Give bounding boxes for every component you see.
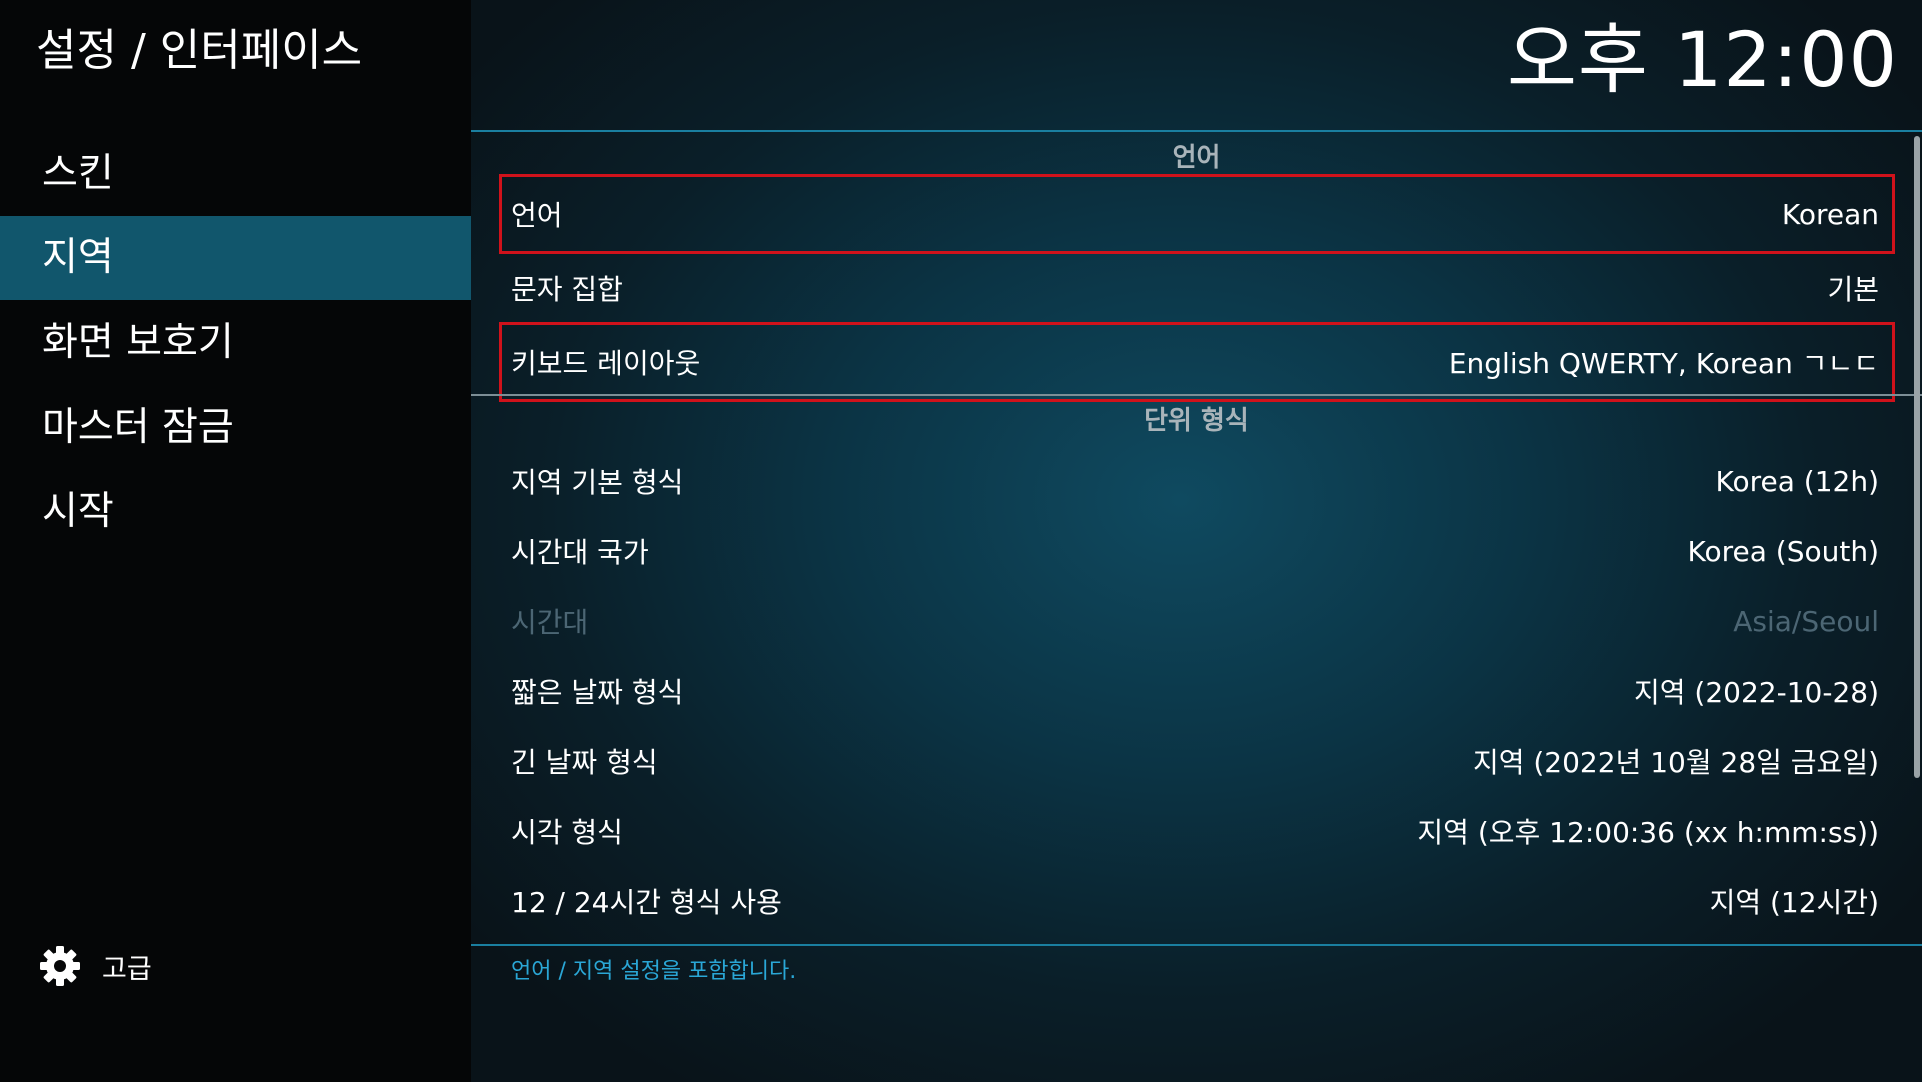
settings-window: 설정 / 인터페이스 스킨 지역 화면 보호기 마스터 잠금 시작 고급 오후 …	[0, 0, 1922, 1082]
section-divider	[471, 394, 1922, 396]
setting-label: 긴 날짜 형식	[511, 746, 658, 779]
page-title: 설정 / 인터페이스	[36, 25, 363, 76]
setting-label: 지역 기본 형식	[511, 466, 684, 499]
setting-value: 지역 (2022-10-28)	[1634, 676, 1879, 709]
setting-row-timezone-country[interactable]: 시간대 국가 Korea (South)	[499, 511, 1895, 591]
setting-row-charset[interactable]: 문자 집합 기본	[499, 248, 1895, 328]
setting-label: 12 / 24시간 형식 사용	[511, 886, 782, 919]
setting-label: 언어	[511, 199, 563, 232]
setting-value: 지역 (2022년 10월 28일 금요일)	[1472, 746, 1879, 779]
gear-icon	[40, 946, 80, 986]
sidebar-item-region[interactable]: 지역	[0, 216, 471, 300]
setting-value: Korean	[1781, 197, 1879, 231]
advanced-label: 고급	[102, 953, 152, 985]
scrollbar[interactable]	[1914, 136, 1920, 778]
setting-value: Korea (South)	[1687, 534, 1879, 568]
setting-value: 지역 (오후 12:00:36 (xx h:mm:ss))	[1417, 816, 1879, 849]
setting-label: 짧은 날짜 형식	[511, 676, 684, 709]
sidebar-item-startup[interactable]: 시작	[0, 470, 471, 554]
setting-label: 키보드 레이아웃	[511, 347, 701, 380]
setting-row-time-format[interactable]: 시각 형식 지역 (오후 12:00:36 (xx h:mm:ss))	[499, 791, 1895, 871]
setting-value: English QWERTY, Korean ㄱㄴㄷ	[1448, 347, 1879, 380]
setting-row-long-date-format[interactable]: 긴 날짜 형식 지역 (2022년 10월 28일 금요일)	[499, 721, 1895, 801]
setting-value: 지역 (12시간)	[1709, 886, 1879, 919]
sidebar: 설정 / 인터페이스 스킨 지역 화면 보호기 마스터 잠금 시작 고급	[0, 0, 471, 1082]
setting-value: Korea (12h)	[1715, 464, 1879, 498]
divider-top	[471, 130, 1922, 132]
setting-value: Asia/Seoul	[1733, 604, 1879, 638]
setting-row-region-default-format[interactable]: 지역 기본 형식 Korea (12h)	[499, 441, 1895, 521]
setting-label: 문자 집합	[511, 273, 623, 306]
setting-description: 언어 / 지역 설정을 포함합니다.	[511, 959, 797, 984]
setting-label: 시간대 국가	[511, 536, 649, 569]
setting-value: 기본	[1827, 273, 1879, 306]
setting-row-12-24-hour-format[interactable]: 12 / 24시간 형식 사용 지역 (12시간)	[499, 861, 1895, 941]
section-header-language: 언어	[1172, 143, 1221, 173]
setting-row-short-date-format[interactable]: 짧은 날짜 형식 지역 (2022-10-28)	[499, 651, 1895, 731]
divider-bottom	[471, 944, 1922, 946]
sidebar-item-skin[interactable]: 스킨	[0, 132, 471, 216]
sidebar-item-master-lock[interactable]: 마스터 잠금	[0, 386, 471, 470]
section-header-unit-format: 단위 형식	[1144, 406, 1249, 436]
setting-row-timezone: 시간대 Asia/Seoul	[499, 581, 1895, 661]
advanced-level-button[interactable]: 고급	[38, 940, 152, 992]
sidebar-item-screensaver[interactable]: 화면 보호기	[0, 301, 471, 385]
setting-row-keyboard-layout[interactable]: 키보드 레이아웃 English QWERTY, Korean ㄱㄴㄷ	[499, 322, 1895, 402]
setting-label: 시각 형식	[511, 816, 623, 849]
setting-row-language[interactable]: 언어 Korean	[499, 174, 1895, 254]
setting-label: 시간대	[511, 606, 589, 639]
clock: 오후 12:00	[1506, 15, 1898, 104]
